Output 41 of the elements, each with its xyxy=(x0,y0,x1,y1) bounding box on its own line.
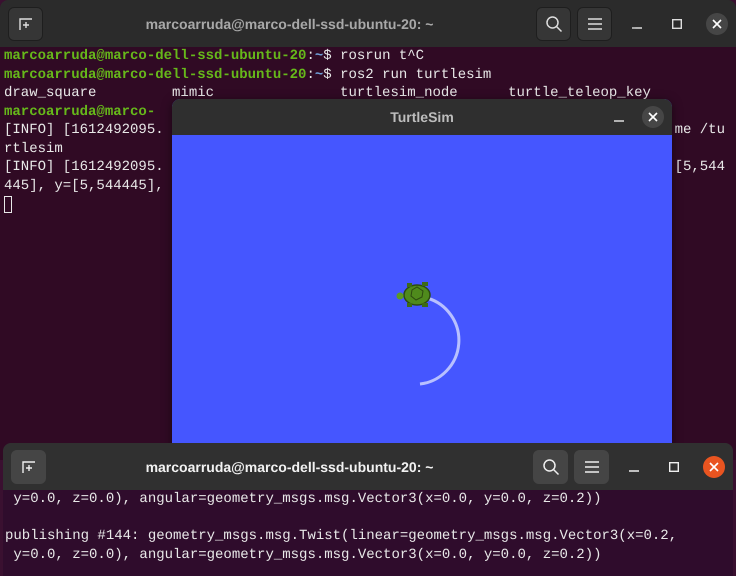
search-button[interactable] xyxy=(533,450,568,484)
search-icon xyxy=(544,14,562,32)
close-button[interactable] xyxy=(703,456,725,478)
terminal-line: 445], y=[5,544445], xyxy=(4,176,164,195)
new-tab-icon xyxy=(20,458,36,474)
turtle-drawing xyxy=(396,282,431,307)
close-icon xyxy=(709,462,719,472)
window-title: marcoarruda@marco-dell-ssd-ubuntu-20: ~ xyxy=(146,16,434,32)
new-tab-icon xyxy=(18,16,34,32)
search-icon xyxy=(542,458,560,476)
maximize-icon xyxy=(672,18,682,28)
close-icon xyxy=(712,18,722,28)
terminal-line: [INFO] [1612492095. xyxy=(4,158,164,176)
close-button[interactable] xyxy=(642,106,664,128)
search-button[interactable] xyxy=(536,6,571,40)
close-button[interactable] xyxy=(706,12,728,34)
new-tab-button[interactable] xyxy=(8,6,43,40)
minimize-icon xyxy=(614,120,624,122)
minimize-icon xyxy=(632,26,642,28)
terminal-line: draw_square mimic turtlesim_node turtle_teleop_key xyxy=(4,84,651,102)
window-title: marcoarruda@marco-dell-ssd-ubuntu-20: ~ xyxy=(146,458,434,474)
maximize-icon xyxy=(669,462,679,472)
close-icon xyxy=(648,112,658,122)
terminal-line: marcoarruda@marco- xyxy=(4,102,156,121)
terminal-line: marcoarruda@marco-dell-ssd-ubuntu-20:~$ ros2 run turtlesim xyxy=(4,66,492,84)
text-cursor xyxy=(4,196,12,213)
menu-icon xyxy=(584,460,598,472)
terminal-line: rtlesim xyxy=(4,140,63,158)
terminal-line: me /tu xyxy=(674,121,725,140)
menu-button[interactable] xyxy=(574,450,609,484)
terminal-line: [5,544 xyxy=(674,158,725,176)
minimize-icon xyxy=(629,470,639,472)
terminal-line: [INFO] [1612492095. xyxy=(4,121,164,140)
window-title: TurtleSim xyxy=(390,109,454,125)
new-tab-button[interactable] xyxy=(11,450,46,484)
menu-icon xyxy=(588,18,602,30)
terminal-line: marcoarruda@marco-dell-ssd-ubuntu-20:~$ rosrun t^C xyxy=(4,47,424,66)
terminal-line: y=0.0, z=0.0), angular=geometry_msgs.msg.Vector3(x=0.0, y=0.0, z=0.2)) xyxy=(12,490,602,508)
terminal-line: publishing #144: geometry_msgs.msg.Twist(linear=geometry_msgs.msg.Vector3(x=0.2, xyxy=(5,527,678,546)
menu-button[interactable] xyxy=(577,6,612,40)
terminal-line: y=0.0, z=0.0), angular=geometry_msgs.msg.Vector3(x=0.0, y=0.0, z=0.2)) xyxy=(12,546,602,564)
